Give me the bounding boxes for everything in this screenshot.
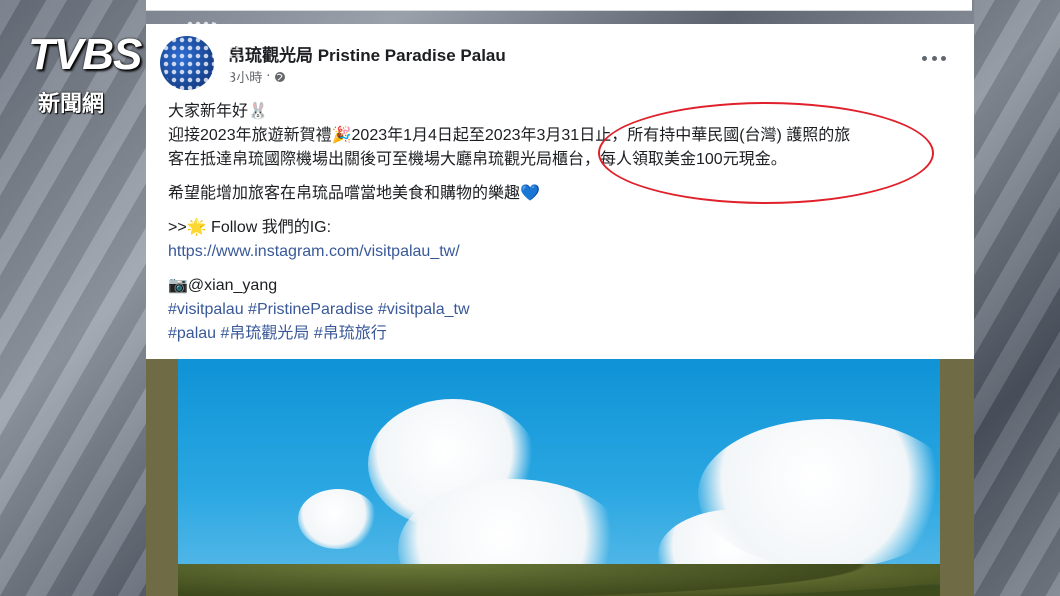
hashtags-line-2[interactable]: #palau #帛琉觀光局 #帛琉旅行 [168,322,948,346]
previous-post-card [146,0,972,11]
follow-line: >>🌟 Follow 我們的IG: [168,219,332,236]
post-photo-frame [146,359,974,596]
hashtags-line-1[interactable]: #visitpalau #PristineParadise #visitpala… [168,298,948,322]
photo-credit: 📷@xian_yang [168,277,278,294]
globe-icon [275,71,286,82]
tree-line [178,564,940,596]
cloud [698,419,940,569]
post-header: 帛琉觀光局 Pristine Paradise Palau 3小時 · [146,24,974,94]
page-name[interactable]: 帛琉觀光局 Pristine Paradise Palau [228,41,506,66]
highlight-oval [598,102,934,204]
cloud [298,489,378,549]
more-options-icon[interactable] [922,52,946,64]
logo-brand: TVBS [28,30,142,79]
logo-dots [162,20,240,98]
instagram-link[interactable]: https://www.instagram.com/visitpalau_tw/ [168,243,460,260]
background-right [974,0,1060,596]
post-photo[interactable] [178,359,940,596]
tvbs-logo: TVBS 新聞網 [28,20,240,118]
logo-subtitle: 新聞網 [38,92,105,117]
